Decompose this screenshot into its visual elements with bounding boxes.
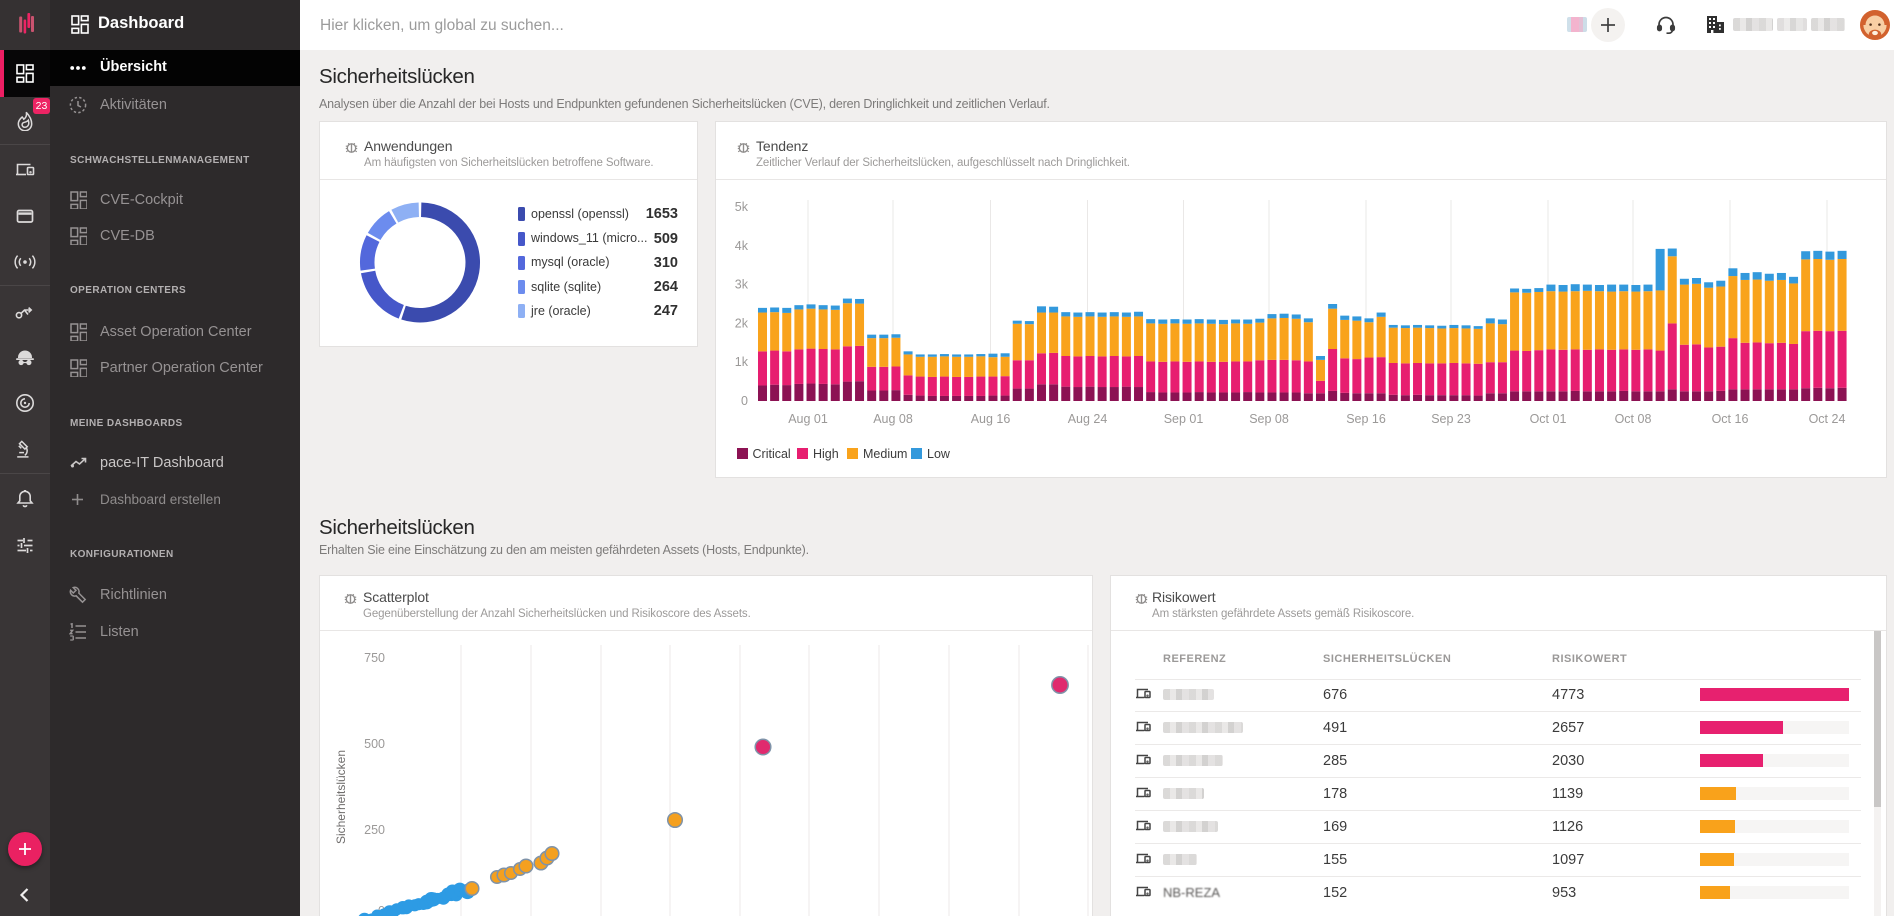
svg-text:Aug 24: Aug 24 — [1068, 412, 1108, 426]
svg-text:Aug 08: Aug 08 — [873, 412, 913, 426]
svg-text:Aug 16: Aug 16 — [971, 412, 1011, 426]
svg-text:0: 0 — [741, 394, 748, 408]
svg-text:4k: 4k — [735, 239, 749, 253]
svg-text:3k: 3k — [735, 278, 749, 292]
svg-text:5k: 5k — [735, 200, 749, 214]
svg-text:250: 250 — [364, 823, 385, 837]
svg-text:750: 750 — [364, 651, 385, 665]
svg-text:Oct 08: Oct 08 — [1615, 412, 1652, 426]
svg-text:Oct 24: Oct 24 — [1809, 412, 1846, 426]
svg-text:500: 500 — [364, 737, 385, 751]
svg-text:Sep 01: Sep 01 — [1164, 412, 1204, 426]
svg-text:Sep 16: Sep 16 — [1346, 412, 1386, 426]
svg-text:1k: 1k — [735, 355, 749, 369]
svg-text:Oct 16: Oct 16 — [1712, 412, 1749, 426]
svg-text:2k: 2k — [735, 316, 749, 330]
svg-text:Aug 01: Aug 01 — [788, 412, 828, 426]
svg-text:Sep 23: Sep 23 — [1431, 412, 1471, 426]
svg-text:Sicherheitslücken: Sicherheitslücken — [334, 750, 348, 844]
svg-text:Sep 08: Sep 08 — [1249, 412, 1289, 426]
svg-text:Oct 01: Oct 01 — [1530, 412, 1567, 426]
